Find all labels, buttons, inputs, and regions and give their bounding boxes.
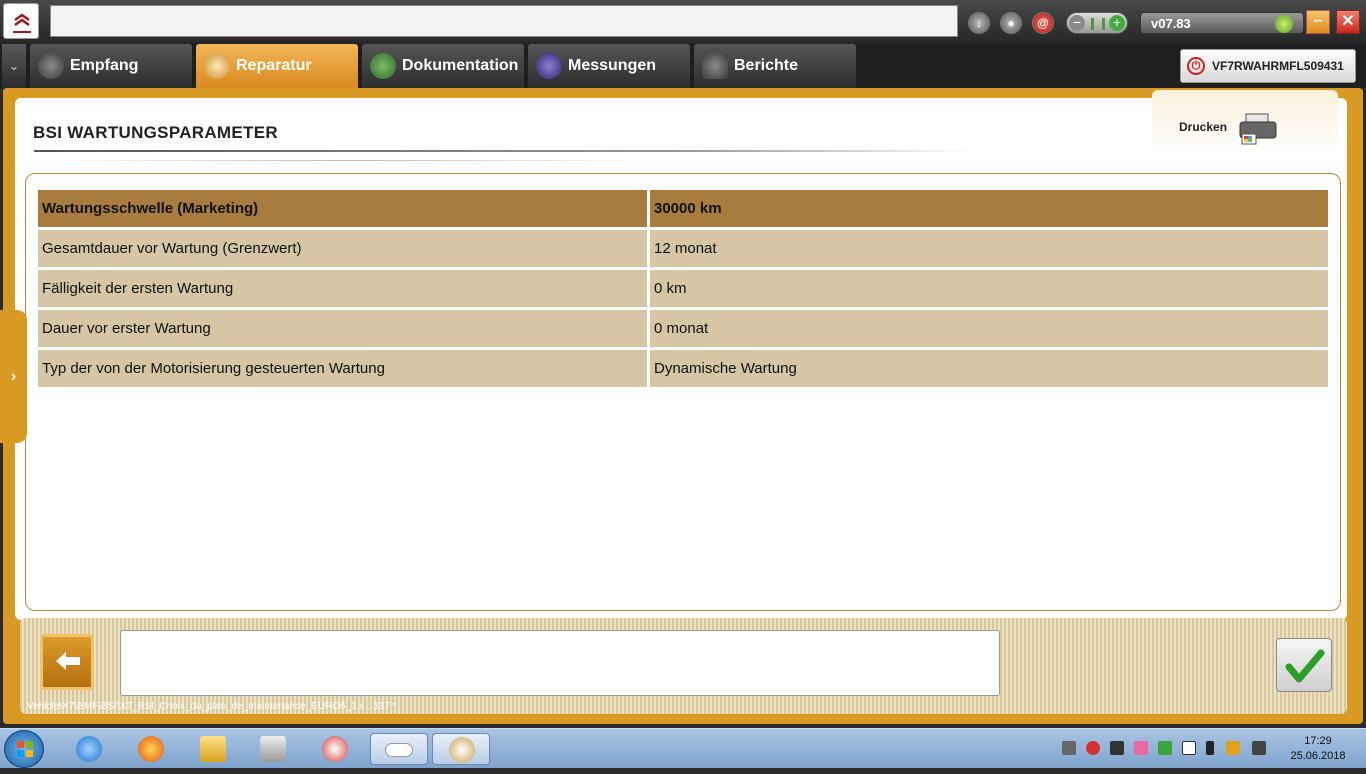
table-row: Typ der von der Motorisierung gesteuerte… [38, 350, 1328, 387]
error-icon[interactable] [1086, 741, 1100, 755]
table-row: Gesamtdauer vor Wartung (Grenzwert) 12 m… [38, 230, 1328, 267]
back-button[interactable] [40, 634, 94, 690]
clock-time: 17:29 [1304, 735, 1332, 747]
param-name: Typ der von der Motorisierung gesteuerte… [38, 350, 647, 387]
table-row: Fälligkeit der ersten Wartung 0 km [38, 270, 1328, 307]
check-tray-icon[interactable] [1158, 741, 1172, 755]
network-drive-icon[interactable] [1062, 741, 1076, 755]
param-value: 0 monat [650, 310, 1328, 347]
vin-label: VF7RWAHRMFL509431 [1212, 59, 1344, 73]
minimize-button[interactable]: − [1306, 10, 1330, 34]
app-tray-icon[interactable] [1134, 741, 1148, 755]
zoom-out-icon[interactable]: − [1069, 15, 1085, 31]
volume-icon[interactable] [1252, 741, 1266, 755]
calculator-icon[interactable] [252, 733, 294, 765]
windows-taskbar: 17:29 25.06.2018 [0, 728, 1366, 768]
param-name: Fälligkeit der ersten Wartung [38, 270, 647, 307]
oscilloscope-icon [536, 53, 562, 79]
param-name: Wartungsschwelle (Marketing) [38, 190, 647, 227]
table-row: Wartungsschwelle (Marketing) 30000 km [38, 190, 1328, 227]
param-value: Dynamische Wartung [650, 350, 1328, 387]
param-name: Dauer vor erster Wartung [38, 310, 647, 347]
arrow-left-icon [56, 652, 80, 670]
magnifier-icon [204, 53, 230, 79]
printer-icon [1239, 113, 1277, 145]
version-text: v07.83 [1151, 16, 1191, 31]
tab-reparatur[interactable]: Reparatur [196, 44, 358, 88]
tab-label: Messungen [568, 57, 657, 74]
tab-messungen[interactable]: Messungen [528, 44, 690, 88]
vehicle-vin-button[interactable]: ⏻ VF7RWAHRMFL509431 [1180, 49, 1356, 83]
script-path: Vehicle\X7\BMF\BSI\X7_BSI_Choix_du_plan_… [27, 701, 397, 712]
tab-label: Empfang [70, 57, 139, 74]
report-icon [702, 53, 728, 79]
tab-empfang[interactable]: Empfang [30, 44, 192, 88]
title-divider [34, 150, 974, 152]
zoom-in-icon[interactable]: + [1109, 15, 1125, 31]
close-button[interactable]: ✕ [1336, 10, 1360, 34]
message-box [120, 630, 1000, 696]
address-field[interactable] [50, 5, 958, 37]
table-row: Dauer vor erster Wartung 0 monat [38, 310, 1328, 347]
title-divider [50, 160, 650, 161]
internet-explorer-icon[interactable] [68, 733, 110, 765]
main-tab-bar: ⌄ Empfang Reparatur Dokumentation Messun… [0, 44, 1366, 88]
param-name: Gesamtdauer vor Wartung (Grenzwert) [38, 230, 647, 267]
flag-icon[interactable] [1182, 741, 1196, 755]
confirm-button[interactable] [1276, 638, 1332, 692]
firefox-icon[interactable] [130, 733, 172, 765]
windows-logo-icon [17, 741, 33, 757]
chevron-down-icon[interactable]: ⌄ [2, 44, 26, 88]
power-icon: ⏻ [1187, 57, 1205, 75]
param-value: 0 km [650, 270, 1328, 307]
param-value: 12 monat [650, 230, 1328, 267]
battery-icon[interactable] [1206, 741, 1214, 755]
clock-date: 25.06.2018 [1290, 750, 1346, 762]
tab-label: Berichte [734, 57, 799, 74]
network-icon[interactable] [1226, 741, 1240, 755]
tab-label: Reparatur [236, 57, 312, 74]
tab-berichte[interactable]: Berichte [694, 44, 856, 88]
page-title: BSI WARTUNGSPARAMETER [33, 123, 278, 142]
param-value: 30000 km [650, 190, 1328, 227]
speedometer-icon [38, 53, 64, 79]
print-button[interactable]: Drucken [1152, 90, 1338, 156]
display-icon[interactable] [1110, 741, 1124, 755]
zoom-level-icon [1091, 18, 1105, 30]
system-tray [1058, 737, 1278, 761]
version-label: v07.83 [1140, 12, 1304, 34]
system-clock[interactable]: 17:29 25.06.2018 [1283, 734, 1353, 764]
file-explorer-icon[interactable] [192, 733, 234, 765]
email-icon[interactable]: @ [1032, 12, 1054, 34]
diagbox-app-icon[interactable] [370, 733, 428, 765]
download-icon[interactable]: ↓ [968, 12, 990, 34]
zoom-control[interactable]: − + [1066, 12, 1128, 34]
connection-status-icon [1275, 15, 1293, 33]
snipping-tool-icon[interactable] [314, 733, 356, 765]
start-button[interactable] [4, 730, 44, 768]
book-icon [370, 53, 396, 79]
side-panel-toggle[interactable]: › [0, 310, 27, 443]
paint-icon[interactable] [432, 733, 490, 765]
tab-dokumentation[interactable]: Dokumentation [362, 44, 524, 88]
tab-label: Dokumentation [402, 57, 519, 74]
citroen-logo [3, 3, 39, 39]
user-icon[interactable]: ● [1000, 12, 1022, 34]
title-bar: ↓ ● @ − + v07.83 − ✕ [0, 0, 1366, 44]
print-label: Drucken [1179, 120, 1228, 134]
checkmark-icon [1285, 649, 1325, 683]
